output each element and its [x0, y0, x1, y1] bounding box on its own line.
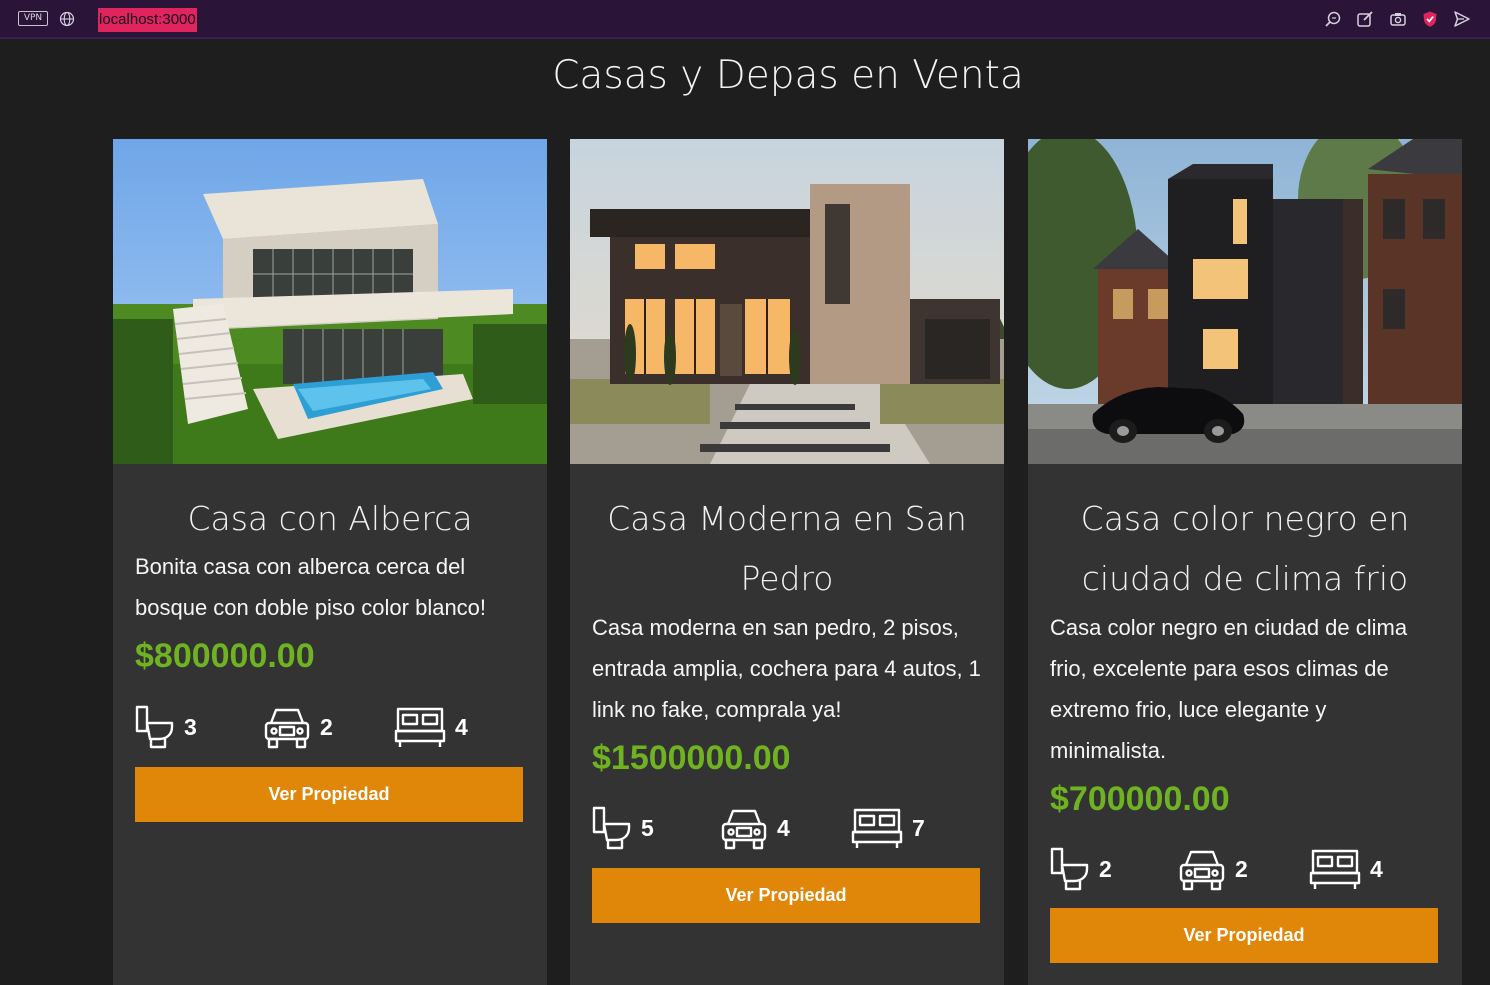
feature-parking: 4 [720, 804, 790, 852]
property-title: Casa Moderna en San Pedro [607, 499, 967, 598]
bedrooms-count: 4 [455, 713, 468, 740]
bed-icon [394, 707, 446, 747]
parking-count: 2 [1235, 855, 1248, 882]
property-description: Casa moderna en san pedro, 2 pisos, entr… [592, 615, 981, 722]
black-house-with-car-photo [1028, 139, 1462, 464]
view-property-button[interactable]: Ver Propiedad [592, 868, 980, 923]
baths-count: 2 [1099, 855, 1112, 882]
toilet-icon [592, 806, 631, 850]
address-bar-url[interactable]: localhost:3000 [98, 8, 197, 32]
baths-count: 5 [641, 814, 654, 841]
bedrooms-count: 7 [912, 814, 925, 841]
edit-icon[interactable] [1356, 10, 1374, 28]
vpn-button[interactable]: VPN [18, 11, 48, 26]
search-icon[interactable] [1324, 10, 1342, 28]
shield-icon[interactable] [1421, 10, 1439, 28]
feature-baths: 3 [135, 703, 197, 751]
modern-white-house-with-pool-photo [113, 139, 547, 464]
property-image [1028, 139, 1462, 464]
view-property-button[interactable]: Ver Propiedad [1050, 908, 1438, 963]
page-title: Casas y Depas en Venta [552, 53, 1024, 98]
send-icon[interactable] [1453, 10, 1471, 28]
car-icon [264, 708, 310, 749]
car-icon [1179, 850, 1225, 891]
view-property-button[interactable]: Ver Propiedad [135, 767, 523, 822]
toilet-icon [1050, 847, 1089, 891]
property-card: Casa color negro en ciudad de clima frio… [1028, 139, 1462, 985]
parking-count: 4 [777, 814, 790, 841]
feature-bedrooms: 4 [394, 703, 468, 751]
parking-count: 2 [320, 713, 333, 740]
bed-icon [851, 808, 903, 848]
property-title: Casa color negro en ciudad de clima frio [1080, 499, 1410, 598]
property-price: $1500000.00 [592, 739, 791, 777]
property-features: 2 2 4 [1050, 845, 1442, 893]
feature-baths: 5 [592, 804, 654, 852]
feature-parking: 2 [1178, 845, 1248, 893]
property-price: $700000.00 [1050, 780, 1230, 818]
toilet-icon [135, 705, 174, 749]
property-features: 3 2 4 [135, 703, 527, 751]
property-title: Casa con Alberca [187, 499, 473, 538]
feature-baths: 2 [1050, 845, 1112, 893]
property-image [570, 139, 1004, 464]
car-icon [721, 809, 767, 850]
modern-house-at-dusk-photo [570, 139, 1004, 464]
property-card: Casa Moderna en San Pedro Casa moderna e… [570, 139, 1004, 985]
feature-bedrooms: 7 [851, 804, 925, 852]
property-image [113, 139, 547, 464]
bedrooms-count: 4 [1370, 855, 1383, 882]
property-price: $800000.00 [135, 637, 315, 675]
baths-count: 3 [184, 713, 197, 740]
feature-bedrooms: 4 [1309, 845, 1383, 893]
property-features: 5 4 7 [592, 804, 984, 852]
feature-parking: 2 [263, 703, 333, 751]
property-description: Bonita casa con alberca cerca del bosque… [135, 554, 487, 620]
camera-icon[interactable] [1389, 10, 1407, 28]
property-description: Casa color negro en ciudad de clima frio… [1050, 615, 1408, 763]
globe-icon[interactable] [59, 11, 75, 27]
property-card: Casa con Alberca Bonita casa con alberca… [113, 139, 547, 985]
bed-icon [1309, 849, 1361, 889]
browser-toolbar: VPN localhost:3000 [0, 0, 1490, 39]
